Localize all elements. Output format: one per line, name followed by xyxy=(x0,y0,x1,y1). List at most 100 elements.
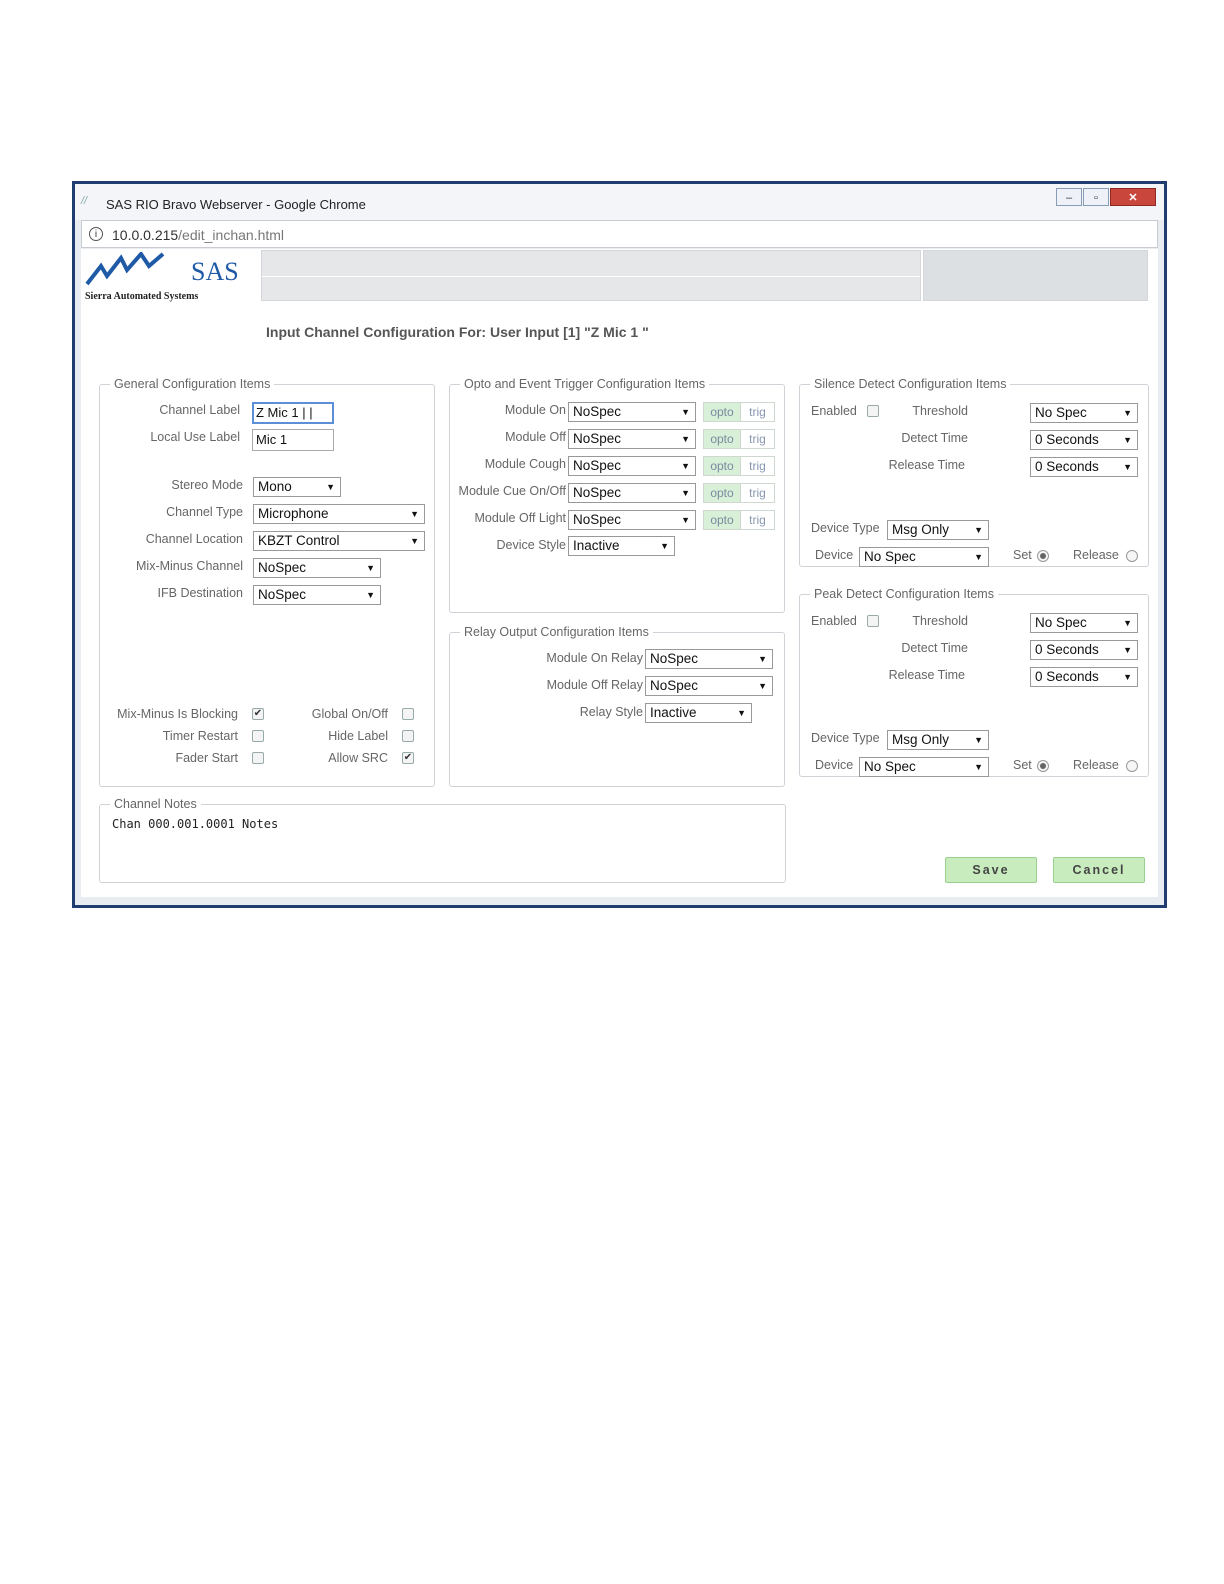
opto-button[interactable]: opto xyxy=(704,457,740,475)
info-icon[interactable]: i xyxy=(89,227,103,241)
minimize-button[interactable]: ‒ xyxy=(1056,188,1082,206)
stereo-mode-select[interactable]: Mono ▼ xyxy=(253,477,341,497)
peak-set-radio[interactable] xyxy=(1037,760,1049,772)
peak-device-select[interactable]: No Spec ▼ xyxy=(859,757,989,777)
channel-notes-group[interactable]: Channel Notes Chan 000.001.0001 Notes xyxy=(99,797,786,883)
opto-button[interactable]: opto xyxy=(704,430,740,448)
opto-row-label: Module On xyxy=(504,403,566,417)
allow-src-checkbox[interactable]: ✔ xyxy=(402,752,414,764)
channel-label-value: Z Mic 1 xyxy=(256,405,299,420)
peak-release-radio[interactable] xyxy=(1126,760,1138,772)
save-button[interactable]: Save xyxy=(945,857,1037,883)
title-bar: // SAS RIO Bravo Webserver - Google Chro… xyxy=(75,184,1164,220)
opto-legend: Opto and Event Trigger Configuration Ite… xyxy=(464,377,706,391)
trig-button[interactable]: trig xyxy=(740,457,774,475)
opto-button[interactable]: opto xyxy=(704,511,740,529)
peak-enabled-checkbox[interactable] xyxy=(867,615,879,627)
channel-type-select[interactable]: Microphone ▼ xyxy=(253,504,425,524)
browser-window: // SAS RIO Bravo Webserver - Google Chro… xyxy=(72,181,1167,908)
trig-button[interactable]: trig xyxy=(740,403,774,421)
cancel-button[interactable]: Cancel xyxy=(1053,857,1145,883)
opto-button[interactable]: opto xyxy=(704,403,740,421)
trig-button[interactable]: trig xyxy=(740,484,774,502)
opto-row-select[interactable]: NoSpec ▼ xyxy=(568,402,696,422)
device-style-value: Inactive xyxy=(573,538,620,553)
peak-threshold-value: No Spec xyxy=(1035,615,1087,630)
silence-enabled-checkbox[interactable] xyxy=(867,405,879,417)
peak-detect-time-select[interactable]: 0 Seconds ▼ xyxy=(1030,640,1138,660)
silence-device-select[interactable]: No Spec ▼ xyxy=(859,547,989,567)
opto-row-select[interactable]: NoSpec ▼ xyxy=(568,483,696,503)
logo-subtitle: Sierra Automated Systems xyxy=(85,291,199,302)
chevron-down-icon: ▼ xyxy=(681,407,690,417)
page-content: SAS Sierra Automated Systems Input Chann… xyxy=(81,249,1158,897)
stereo-mode-label: Stereo Mode xyxy=(171,478,243,492)
silence-set-label: Set xyxy=(1013,548,1032,562)
chevron-down-icon: ▼ xyxy=(1123,435,1132,445)
silence-detect-time-label: Detect Time xyxy=(901,431,968,445)
url-text[interactable]: 10.0.0.215/edit_inchan.html xyxy=(112,227,284,243)
opto-row-value: NoSpec xyxy=(573,458,622,473)
silence-detect-time-value: 0 Seconds xyxy=(1035,432,1099,447)
mix-minus-channel-select[interactable]: NoSpec ▼ xyxy=(253,558,381,578)
opto-button[interactable]: opto xyxy=(704,484,740,502)
local-use-label-input[interactable]: Mic 1 xyxy=(252,429,334,451)
opto-row-select[interactable]: NoSpec ▼ xyxy=(568,510,696,530)
stereo-mode-value: Mono xyxy=(258,479,292,494)
fader-start-checkbox[interactable] xyxy=(252,752,264,764)
silence-detect-time-select[interactable]: 0 Seconds ▼ xyxy=(1030,430,1138,450)
opto-trig-toggle: opto trig xyxy=(703,510,775,530)
opto-row-label: Module Off Light xyxy=(474,511,567,525)
opto-row-value: NoSpec xyxy=(573,431,622,446)
peak-threshold-select[interactable]: No Spec ▼ xyxy=(1030,613,1138,633)
address-bar[interactable]: i 10.0.0.215/edit_inchan.html xyxy=(81,220,1158,248)
peak-release-time-label: Release Time xyxy=(888,668,965,682)
channel-type-value: Microphone xyxy=(258,506,329,521)
device-style-select[interactable]: Inactive ▼ xyxy=(568,536,675,556)
maximize-button[interactable]: ▫ xyxy=(1083,188,1109,206)
peak-device-type-select[interactable]: Msg Only ▼ xyxy=(887,730,989,750)
silence-threshold-select[interactable]: No Spec ▼ xyxy=(1030,403,1138,423)
trig-button[interactable]: trig xyxy=(740,511,774,529)
sas-logo: SAS Sierra Automated Systems xyxy=(83,250,255,304)
peak-release-time-select[interactable]: 0 Seconds ▼ xyxy=(1030,667,1138,687)
module-on-relay-select[interactable]: NoSpec ▼ xyxy=(645,649,773,669)
silence-release-radio[interactable] xyxy=(1126,550,1138,562)
channel-location-select[interactable]: KBZT Control ▼ xyxy=(253,531,425,551)
close-button[interactable]: ✕ xyxy=(1110,188,1156,206)
channel-label-input[interactable]: Z Mic 1 | | xyxy=(252,402,334,424)
global-on-off-checkbox[interactable] xyxy=(402,708,414,720)
channel-notes-text[interactable]: Chan 000.001.0001 Notes xyxy=(112,817,797,831)
chevron-down-icon: ▼ xyxy=(974,552,983,562)
opto-row-select[interactable]: NoSpec ▼ xyxy=(568,429,696,449)
silence-release-label: Release xyxy=(1073,548,1119,562)
channel-label-label: Channel Label xyxy=(159,403,240,417)
chevron-down-icon: ▼ xyxy=(974,735,983,745)
channel-type-label: Channel Type xyxy=(166,505,243,519)
relay-style-select[interactable]: Inactive ▼ xyxy=(645,703,752,723)
peak-enabled-label: Enabled xyxy=(811,614,857,628)
channel-notes-legend: Channel Notes xyxy=(114,797,197,811)
silence-threshold-label: Threshold xyxy=(912,404,968,418)
silence-device-value: No Spec xyxy=(864,549,916,564)
silence-set-radio[interactable] xyxy=(1037,550,1049,562)
silence-release-time-select[interactable]: 0 Seconds ▼ xyxy=(1030,457,1138,477)
mix-minus-blocking-checkbox[interactable]: ✔ xyxy=(252,708,264,720)
ifb-destination-select[interactable]: NoSpec ▼ xyxy=(253,585,381,605)
trig-button[interactable]: trig xyxy=(740,430,774,448)
module-off-relay-select[interactable]: NoSpec ▼ xyxy=(645,676,773,696)
hide-label-checkbox[interactable] xyxy=(402,730,414,742)
relay-style-label: Relay Style xyxy=(579,705,643,719)
mix-minus-blocking-label: Mix-Minus Is Blocking xyxy=(117,707,238,721)
allow-src-label: Allow SRC xyxy=(328,751,388,765)
silence-device-type-select[interactable]: Msg Only ▼ xyxy=(887,520,989,540)
module-off-relay-label: Module Off Relay xyxy=(546,678,643,692)
local-use-label-label: Local Use Label xyxy=(150,430,240,444)
opto-row-select[interactable]: NoSpec ▼ xyxy=(568,456,696,476)
timer-restart-checkbox[interactable] xyxy=(252,730,264,742)
silence-release-time-value: 0 Seconds xyxy=(1035,459,1099,474)
chevron-down-icon: ▼ xyxy=(737,708,746,718)
peak-legend: Peak Detect Configuration Items xyxy=(814,587,994,601)
silence-device-label: Device xyxy=(815,548,854,562)
silence-enabled-label: Enabled xyxy=(811,404,857,418)
